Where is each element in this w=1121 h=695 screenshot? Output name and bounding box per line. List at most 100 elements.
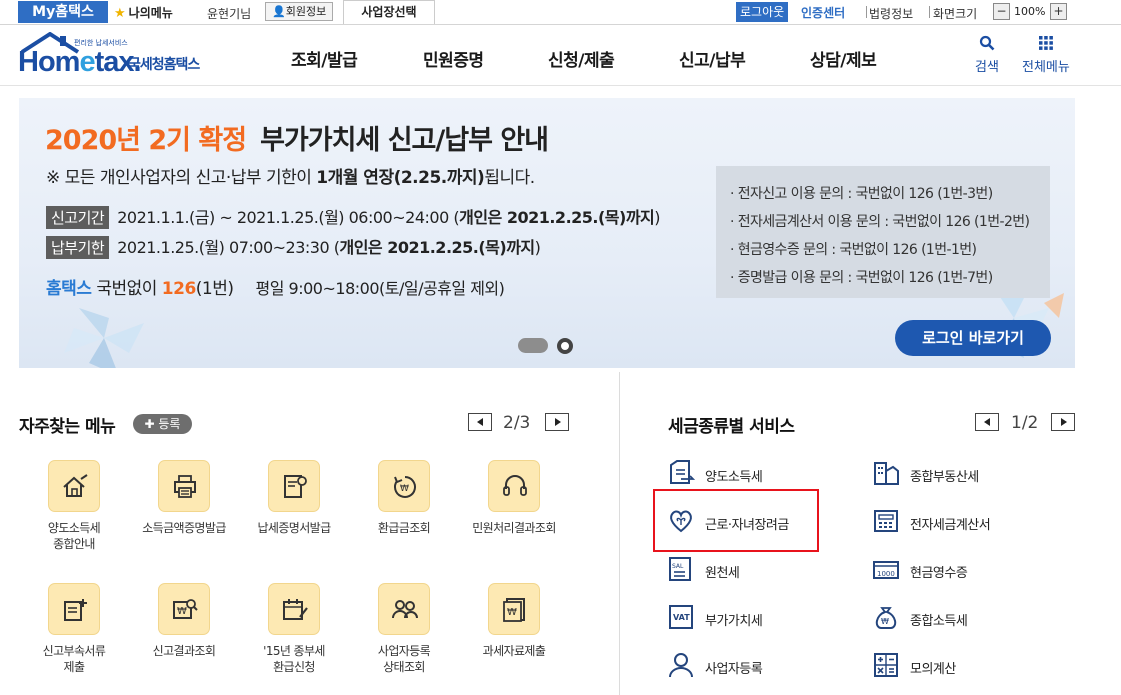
favorite-item[interactable]: 소득금액증명발급 (129, 460, 239, 536)
favorite-icon-box: ₩ (158, 583, 210, 635)
certificate-icon (284, 475, 307, 498)
all-menu-label: 전체메뉴 (1022, 60, 1070, 75)
hometax-logo[interactable]: 편리한 납세서비스 Hometax. 국세청홈택스 (18, 32, 218, 80)
law-info-link[interactable]: 법령정보 (869, 5, 913, 22)
favorite-label: 소득금액증명발급 (142, 521, 226, 535)
tax-services-title: 세금종류별 서비스 (668, 417, 795, 437)
my-hometax-button[interactable]: My홈택스 (18, 1, 108, 23)
vat-icon: VAT (669, 605, 693, 629)
banner-notice-bold: 1개월 연장(2.25.까지) (316, 168, 485, 188)
prev-page-button[interactable] (468, 413, 492, 431)
vat-notice-banner[interactable]: 2020년 2기 확정 부가가치세 신고/납부 안내 ※ 모든 개인사업자의 신고… (19, 98, 1075, 368)
banner-slide-indicator[interactable] (518, 338, 548, 353)
favorite-item[interactable]: ₩ 환급금조회 (349, 460, 459, 536)
favorite-label: 사업자등록 상태조회 (377, 644, 431, 674)
divider (929, 6, 930, 18)
grid-menu-icon (1038, 36, 1053, 50)
printer-icon (174, 475, 196, 498)
favorite-item[interactable]: '15년 종부세 환급신청 (239, 583, 349, 675)
nav-consult-report[interactable]: 상담/제보 (810, 46, 877, 71)
favorite-item[interactable]: ₩ 신고결과조회 (129, 583, 239, 659)
banner-notice-text: 됩니다. (484, 168, 535, 188)
favorite-icon-box (488, 460, 540, 512)
favorite-icon-box (48, 583, 100, 635)
nav-inquiry-issue[interactable]: 조회/발급 (291, 46, 358, 71)
tax-services-page-indicator: 1/2 (1011, 413, 1039, 433)
favorite-label: 양도소득세 종합안내 (47, 521, 101, 551)
favorite-item[interactable]: ₩ 과세자료제출 (459, 583, 569, 659)
zoom-in-button[interactable]: + (1050, 3, 1067, 20)
my-menu-link[interactable]: ★ 나의메뉴 (114, 4, 173, 21)
won-document-icon: ₩ (503, 598, 525, 622)
payment-deadline-text: 2021.1.25.(월) 07:00~23:30 ( (117, 238, 340, 257)
calculator-icon (874, 653, 898, 677)
favorite-item[interactable]: 양도소득세 종합안내 (19, 460, 129, 552)
payment-deadline-tag: 납부기한 (46, 236, 110, 259)
banner-title-main: 부가가치세 신고/납부 안내 (260, 125, 549, 156)
tax-service-label: 종합부동산세 (910, 470, 979, 485)
divider (866, 6, 867, 18)
prev-page-button[interactable] (975, 413, 999, 431)
withholding-icon: SAL (669, 557, 691, 581)
cash-receipt-icon: 1000 (873, 561, 899, 579)
filing-period-row: 신고기간 2021.1.1.(금) ~ 2021.1.25.(월) 06:00~2… (46, 204, 661, 229)
banner-title-highlight: 2020년 2기 확정 (45, 125, 247, 156)
pause-icon[interactable] (557, 338, 573, 354)
tax-service-label: 원천세 (705, 566, 740, 581)
logout-button[interactable]: 로그아웃 (736, 2, 789, 22)
banner-notice: ※ 모든 개인사업자의 신고·납부 기한이 1개월 연장(2.25.까지)됩니다… (46, 163, 535, 188)
svg-text:₩: ₩ (507, 607, 517, 618)
favorite-icon-box (268, 460, 320, 512)
favorite-label: 신고부속서류 제출 (42, 644, 106, 674)
member-info-button[interactable]: 👤회원정보 (265, 2, 334, 21)
favorite-icon-box (268, 583, 320, 635)
zoom-out-button[interactable]: − (993, 3, 1010, 20)
svg-text:₩: ₩ (881, 617, 889, 626)
search-label: 검색 (975, 60, 999, 75)
logo-subtitle: 국세청홈택스 (128, 57, 200, 73)
business-select-tab[interactable]: 사업장선택 (343, 0, 435, 24)
tax-service-label: 종합소득세 (910, 614, 968, 629)
nav-report-pay[interactable]: 신고/납부 (679, 46, 746, 71)
money-bag-icon: ₩ (875, 607, 897, 629)
star-icon: ★ (114, 6, 126, 21)
user-icon: 👤 (272, 5, 286, 18)
favorite-icon-box (158, 460, 210, 512)
cert-center-link[interactable]: 인증센터 (801, 4, 845, 21)
nav-apply-submit[interactable]: 신청/제출 (548, 46, 615, 71)
favorite-item[interactable]: 사업자등록 상태조회 (349, 583, 459, 675)
tax-services-pager: 1/2 (975, 413, 1075, 433)
tax-service-label: 모의계산 (910, 662, 956, 677)
inquiry-info-box: · 전자신고 이용 문의 : 국번없이 126 (1번-3번) · 전자세금계산… (716, 166, 1050, 298)
register-favorite-button[interactable]: ✚ 등록 (133, 414, 192, 434)
favorite-label: 민원처리결과조회 (472, 521, 556, 535)
zoom-level: 100% (1014, 5, 1046, 18)
logo-wordmark: Hometax. (18, 46, 142, 79)
svg-text:₩: ₩ (400, 484, 409, 494)
login-shortcut-button[interactable]: 로그인 바로가기 (895, 320, 1051, 356)
next-page-button[interactable] (1051, 413, 1075, 431)
inquiry-info-line: · 전자신고 이용 문의 : 국번없이 126 (1번-3번) (730, 186, 993, 202)
favorites-title: 자주찾는 메뉴 (19, 417, 116, 437)
payment-deadline-bold: 개인은 2021.2.25.(목)까지 (339, 238, 535, 257)
favorite-item[interactable]: 민원처리결과조회 (459, 460, 569, 536)
nav-civil-certificate[interactable]: 민원증명 (423, 46, 484, 71)
helpline-number: 126 (161, 279, 197, 299)
favorite-item[interactable]: 신고부속서류 제출 (19, 583, 129, 675)
search-button[interactable]: 검색 (975, 35, 999, 75)
svg-text:SAL: SAL (672, 563, 684, 570)
favorite-label: 과세자료제출 (482, 644, 546, 658)
next-page-button[interactable] (545, 413, 569, 431)
filing-period-tag: 신고기간 (46, 206, 110, 229)
document-add-icon (64, 599, 87, 621)
svg-text:1000: 1000 (877, 570, 895, 578)
favorite-label: 납세증명서발급 (257, 521, 331, 535)
hometax-helpline: 홈택스 국번없이 126(1번) 평일 9:00~18:00(토/일/공휴일 제외… (46, 274, 505, 299)
search-icon (979, 35, 995, 51)
favorite-label: 환급금조회 (377, 521, 431, 535)
all-menu-button[interactable]: 전체메뉴 (1022, 35, 1070, 75)
favorite-item[interactable]: 납세증명서발급 (239, 460, 349, 536)
payment-deadline-end: ) (534, 238, 541, 257)
headset-icon (503, 475, 527, 496)
favorite-label: '15년 종부세 환급신청 (263, 644, 325, 674)
